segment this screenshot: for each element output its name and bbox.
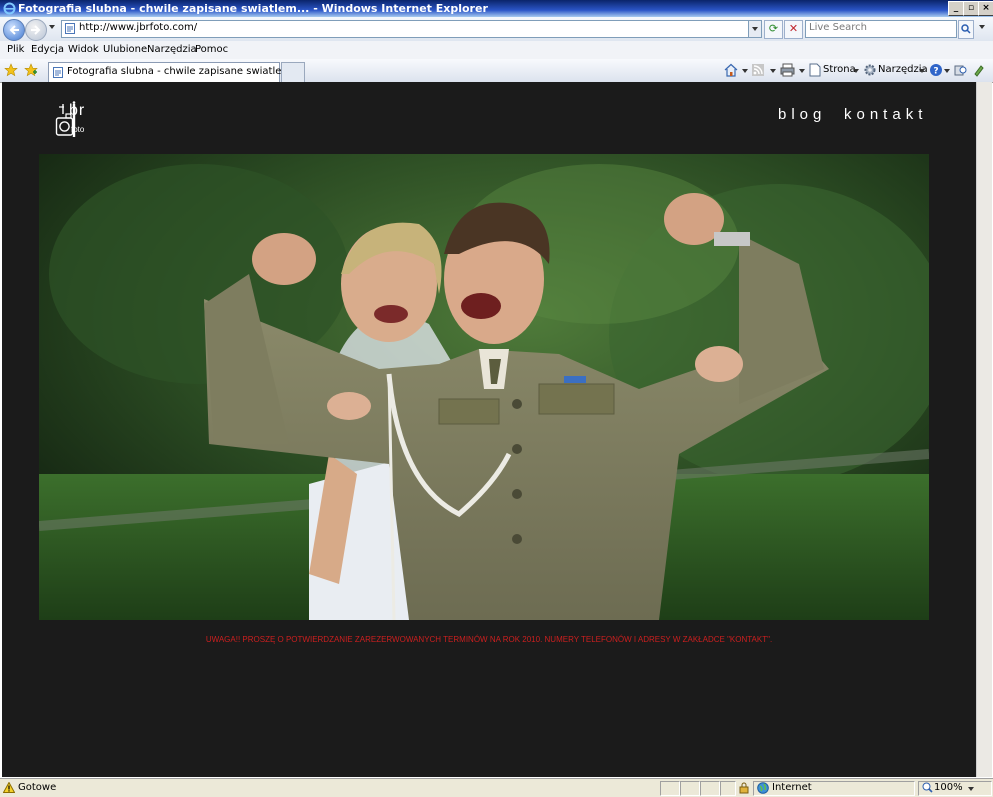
tab-label: Fotografia slubna - chwile zapisane swia… bbox=[67, 66, 301, 77]
page-menu-icon bbox=[809, 63, 821, 77]
address-dropdown-button[interactable] bbox=[748, 21, 761, 37]
page-icon bbox=[65, 23, 75, 34]
refresh-button[interactable]: ⟳ bbox=[764, 20, 783, 39]
search-options-dropdown-icon[interactable] bbox=[979, 25, 985, 29]
menu-bar: Plik Edycja Widok Ulubione Narzędzia Pom… bbox=[0, 41, 993, 59]
feeds-dropdown-icon[interactable] bbox=[770, 69, 776, 73]
warning-icon[interactable] bbox=[3, 782, 15, 793]
reservation-notice: UWAGA!! PROSZĘ O POTWIERDZANIE ZAREZERWO… bbox=[205, 635, 773, 644]
search-input[interactable]: Live Search bbox=[805, 20, 957, 38]
gear-icon bbox=[864, 64, 876, 76]
menu-file[interactable]: Plik bbox=[7, 44, 24, 55]
status-panel bbox=[700, 781, 720, 796]
search-placeholder: Live Search bbox=[809, 22, 867, 33]
search-icon bbox=[961, 24, 971, 34]
back-button[interactable] bbox=[3, 19, 25, 41]
addon-icon[interactable] bbox=[972, 63, 986, 77]
close-window-button[interactable]: × bbox=[978, 1, 993, 16]
page-dropdown-icon[interactable] bbox=[853, 69, 859, 73]
search-button[interactable] bbox=[958, 20, 974, 39]
ie-logo-icon bbox=[3, 2, 16, 15]
menu-edit[interactable]: Edycja bbox=[31, 44, 64, 55]
home-icon[interactable] bbox=[724, 63, 738, 77]
tab-active[interactable]: Fotografia slubna - chwile zapisane swia… bbox=[48, 62, 301, 82]
zoom-level[interactable]: 100% bbox=[934, 782, 963, 793]
window-title: Fotografia slubna - chwile zapisane swia… bbox=[18, 2, 488, 15]
print-dropdown-icon[interactable] bbox=[799, 69, 805, 73]
add-favorite-icon[interactable] bbox=[24, 63, 38, 77]
nav-kontakt-link[interactable]: kontakt bbox=[844, 106, 927, 123]
zoom-dropdown-icon[interactable] bbox=[968, 787, 974, 791]
research-icon[interactable] bbox=[954, 63, 968, 77]
home-dropdown-icon[interactable] bbox=[742, 69, 748, 73]
print-icon[interactable] bbox=[780, 63, 795, 77]
favorites-star-icon[interactable] bbox=[4, 63, 18, 77]
status-panel bbox=[680, 781, 700, 796]
help-dropdown-icon[interactable] bbox=[944, 69, 950, 73]
forward-button[interactable] bbox=[25, 19, 47, 41]
page-icon bbox=[53, 67, 63, 78]
vertical-scrollbar[interactable] bbox=[976, 82, 992, 777]
nav-blog-link[interactable]: blog bbox=[778, 106, 826, 123]
menu-view[interactable]: Widok bbox=[68, 44, 99, 55]
wedding-photo bbox=[39, 154, 929, 620]
menu-help[interactable]: Pomoc bbox=[195, 44, 228, 55]
lock-icon bbox=[739, 782, 749, 794]
address-row: http://www.jbrfoto.com/ ⟳ ✕ Live Search bbox=[0, 17, 993, 41]
svg-text:?: ? bbox=[933, 67, 938, 77]
window-title-bar: Fotografia slubna - chwile zapisane swia… bbox=[0, 0, 993, 17]
restore-button[interactable]: ▫ bbox=[963, 1, 979, 16]
status-panel bbox=[660, 781, 680, 796]
feeds-icon[interactable] bbox=[752, 64, 764, 76]
stop-icon: ✕ bbox=[788, 22, 799, 35]
page-viewport: br foto blog kontakt UWAGA!! PROSZĘ O PO… bbox=[2, 82, 976, 777]
globe-icon bbox=[757, 782, 769, 794]
address-bar[interactable]: http://www.jbrfoto.com/ bbox=[61, 20, 762, 38]
tab-row: Fotografia slubna - chwile zapisane swia… bbox=[0, 59, 993, 82]
history-dropdown-icon[interactable] bbox=[49, 25, 55, 29]
refresh-icon: ⟳ bbox=[768, 22, 779, 35]
status-bar: Gotowe Internet 100% bbox=[0, 778, 993, 797]
status-panel bbox=[720, 781, 736, 796]
security-zone[interactable]: Internet bbox=[772, 782, 812, 793]
address-url[interactable]: http://www.jbrfoto.com/ bbox=[79, 22, 197, 33]
logo-letters: br bbox=[69, 102, 86, 119]
stop-button[interactable]: ✕ bbox=[784, 20, 803, 39]
tools-dropdown-icon[interactable] bbox=[919, 69, 925, 73]
logo-subtitle: foto bbox=[71, 125, 85, 134]
minimize-button[interactable]: _ bbox=[948, 1, 964, 16]
new-tab-button[interactable] bbox=[281, 62, 305, 82]
help-icon[interactable]: ? bbox=[929, 63, 943, 77]
back-arrow-icon bbox=[9, 25, 19, 35]
menu-tools[interactable]: Narzędzia bbox=[147, 44, 197, 55]
status-text: Gotowe bbox=[18, 782, 57, 793]
page-menu-button[interactable]: Strona bbox=[823, 64, 856, 75]
menu-favorites[interactable]: Ulubione bbox=[103, 44, 147, 55]
forward-arrow-icon bbox=[31, 25, 41, 35]
zoom-icon bbox=[922, 782, 933, 793]
